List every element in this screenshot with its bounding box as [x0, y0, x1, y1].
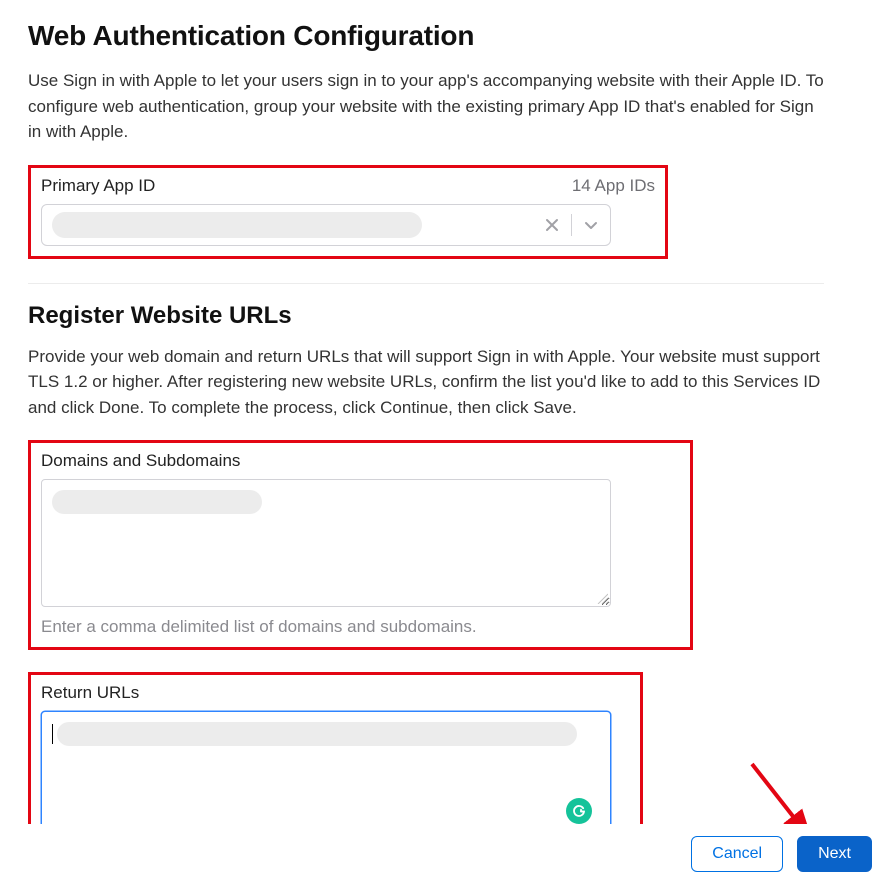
register-urls-intro: Provide your web domain and return URLs …	[28, 344, 824, 421]
modal-footer: Cancel Next	[0, 824, 890, 883]
page-title: Web Authentication Configuration	[28, 20, 824, 52]
primary-app-id-count: 14 App IDs	[572, 176, 655, 196]
domains-textarea[interactable]	[41, 479, 611, 607]
text-caret	[52, 724, 53, 744]
cancel-button[interactable]: Cancel	[691, 836, 783, 872]
next-button[interactable]: Next	[797, 836, 872, 872]
domains-label: Domains and Subdomains	[41, 451, 680, 471]
chevron-down-icon[interactable]	[580, 214, 602, 236]
modal-scroll-area[interactable]: Web Authentication Configuration Use Sig…	[0, 0, 890, 824]
annotation-box-primary-app-id: Primary App ID 14 App IDs	[28, 165, 668, 259]
annotation-box-domains: Domains and Subdomains Enter a comma del…	[28, 440, 693, 650]
primary-app-id-select[interactable]	[41, 204, 611, 246]
primary-app-id-label: Primary App ID	[41, 176, 155, 196]
domains-hint: Enter a comma delimited list of domains …	[41, 617, 680, 637]
grammarly-icon[interactable]	[566, 798, 592, 824]
domains-value-redacted	[52, 490, 262, 514]
page-intro: Use Sign in with Apple to let your users…	[28, 68, 824, 145]
return-urls-textarea[interactable]	[41, 711, 611, 824]
clear-icon[interactable]	[541, 214, 563, 236]
select-divider	[571, 214, 572, 236]
primary-app-id-value-redacted	[52, 212, 422, 238]
section-divider	[28, 283, 824, 284]
register-urls-title: Register Website URLs	[28, 302, 824, 330]
return-urls-value-redacted	[57, 722, 577, 746]
resize-handle-icon[interactable]	[596, 592, 608, 604]
annotation-box-return-urls: Return URLs Enter a comma delimited list…	[28, 672, 643, 824]
return-urls-label: Return URLs	[41, 683, 630, 703]
